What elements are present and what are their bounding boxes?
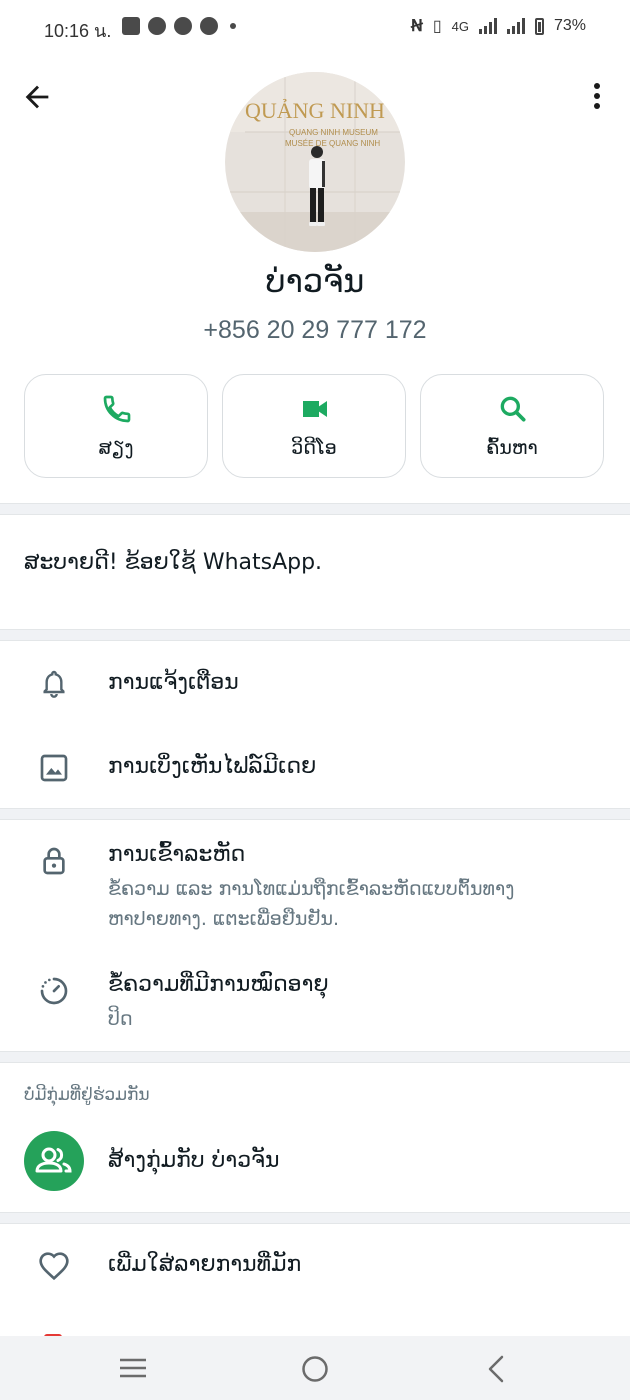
encryption-description: ຂໍ້ຄວາມ ແລະ ການໂທແມ່ນຖືກເຂົ້າລະຫັດແບບຕົ້… [108,874,598,934]
chat-bubble-icon [174,17,192,35]
add-to-favorites-label: ເພີ່ມໃສ່ລາຍການທີ່ມັກ [108,1252,302,1277]
museum-sign-line3: MUSÉE DE QUANG NINH [285,139,380,148]
more-vertical-icon [594,83,600,109]
section-divider [0,1051,630,1063]
check-circle-icon [200,17,218,35]
search-label: ຄົ້ນຫາ [486,437,538,459]
signal-icon [478,18,497,34]
notifications-label: ການແຈ້ງເຕືອນ [108,670,239,695]
arrow-back-icon [25,85,49,109]
section-divider [0,1212,630,1224]
section-divider [0,808,630,820]
encryption-title: ການເຂົ້າລະຫັດ [108,842,246,867]
nfc-icon: Ꞥ [410,18,423,35]
video-call-label: ວິດີໂອ [291,437,337,459]
search-button[interactable]: ຄົ້ນຫາ [420,374,604,478]
encryption-description-line1: ຂໍ້ຄວາມ ແລະ ການໂທແມ່ນຖືກເຂົ້າລະຫັດແບບຕົ້… [108,878,515,900]
section-divider [0,503,630,515]
system-navigation-bar [0,1336,630,1400]
recent-apps-icon[interactable] [118,1356,148,1380]
group-avatar [24,1131,84,1191]
voice-call-label: ສຽງ [98,437,134,459]
vibrate-icon: ▯ [432,18,442,35]
group-icon [35,1147,72,1173]
groups-section-label: ບໍ່ມີກຸ່ມທີ່ຢູ່ຮ່ວມກັນ [24,1085,150,1105]
more-options-button[interactable] [582,80,612,114]
back-icon[interactable] [484,1354,508,1384]
museum-sign-line2: QUANG NINH MUSEUM [289,128,378,137]
signal-icon [506,18,525,34]
home-icon[interactable] [300,1354,330,1384]
encryption-description-line2: ຫາປາຍທາງ. ແຕະເພື່ອຢືນຢັນ. [108,908,339,930]
network-type: 4G [451,18,469,34]
status-time: 10:16 น. [44,21,112,41]
lock-icon [43,847,65,875]
timer-icon [40,977,68,1005]
create-group-label: ສ້າງກຸ່ມກັບ ບ່າວຈັນ [108,1148,280,1173]
museum-sign-line1: QUẢNG NINH [245,98,385,123]
phone-icon [103,395,131,423]
contact-phone: +856 20 29 777 172 [203,316,427,344]
contact-name: ບ່າວຈັນ [265,262,365,300]
more-notifications-dot [230,23,236,29]
bell-icon [43,670,65,698]
profile-photo[interactable]: QUẢNG NINH QUANG NINH MUSEUM MUSÉE DE QU… [225,72,405,252]
voice-call-button[interactable]: ສຽງ [24,374,208,478]
video-camera-icon [303,401,327,417]
disappearing-messages-title: ຂໍ້ຄວາມທີ່ມີການໝົດອາຍຸ [108,972,329,997]
search-icon [500,396,526,422]
heart-icon [39,1252,69,1281]
battery-level: 73% [553,17,586,34]
status-bar: 10:16 น. Ꞥ ▯ 4G 73% [0,0,630,56]
system-icons: Ꞥ ▯ 4G 73% [411,16,586,36]
about-text[interactable]: ສະບາຍດີ! ຂ້ອຍໃຊ້ WhatsApp. [24,550,322,575]
back-button[interactable] [20,80,54,114]
battery-icon [534,17,544,35]
video-call-button[interactable]: ວິດີໂອ [222,374,406,478]
image-icon [40,754,68,782]
notification-icons [122,17,236,35]
section-divider [0,629,630,641]
media-visibility-label: ການເບິ່ງເຫັນໄຟລ໌ມີເດຍ [108,754,317,779]
disappearing-messages-status: ປິດ [108,1008,133,1030]
check-circle-icon [148,17,166,35]
mail-icon [122,17,140,35]
